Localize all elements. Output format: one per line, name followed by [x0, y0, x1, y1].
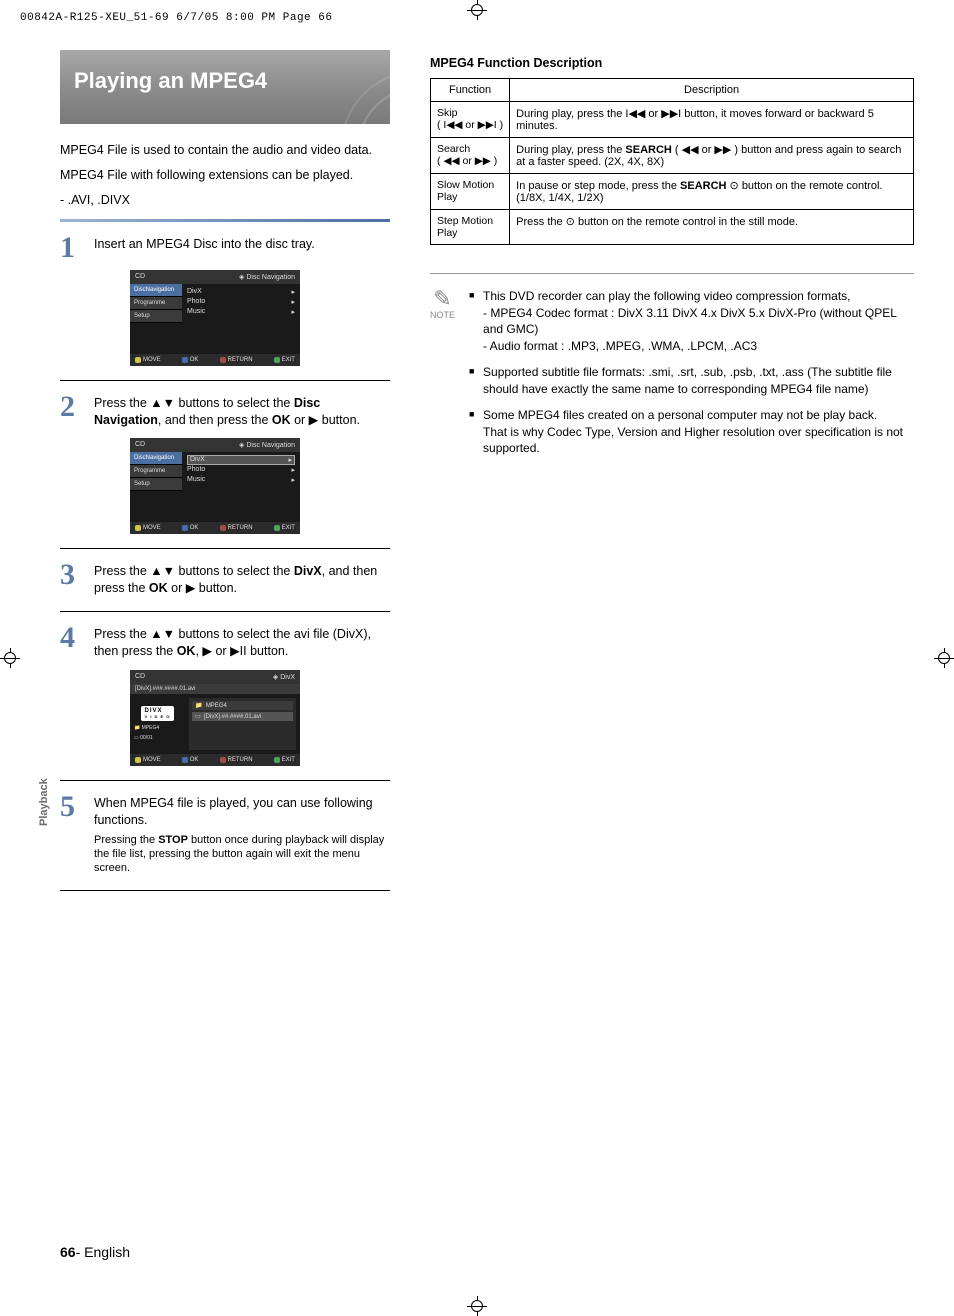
print-header: 00842A-R125-XEU_51-69 6/7/05 8:00 PM Pag…	[20, 12, 332, 24]
osd-screenshot-1: CD◈ Disc Navigation DiscNavigation Progr…	[130, 270, 300, 366]
th-function: Function	[431, 79, 510, 102]
step-5: 5 When MPEG4 file is played, you can use…	[60, 795, 390, 876]
osd-item: Music	[187, 476, 205, 484]
note-item: Some MPEG4 files created on a personal c…	[469, 407, 914, 457]
crop-mark-bottom	[467, 1296, 487, 1316]
left-column: Playing an MPEG4 MPEG4 File is used to c…	[60, 50, 390, 905]
intro-line: MPEG4 File is used to contain the audio …	[60, 142, 390, 159]
osd-folder-row: 📁 MPEG4	[192, 701, 293, 710]
step-text: Insert an MPEG4 Disc into the disc tray.	[94, 236, 315, 260]
step-number: 2	[60, 395, 86, 429]
crop-mark-right	[934, 648, 954, 668]
divider	[60, 380, 390, 381]
step-number: 4	[60, 626, 86, 660]
intro-line: MPEG4 File with following extensions can…	[60, 167, 390, 184]
osd-side-item: Setup	[130, 478, 182, 491]
osd-item: Photo	[187, 298, 205, 306]
osd-context: Disc Navigation	[246, 442, 295, 449]
step-text: Press the ▲▼ buttons to select the avi f…	[94, 626, 390, 660]
osd-filename-bar: [DivX].###.####.01.avi	[130, 684, 300, 694]
osd-hint: RETURN	[228, 525, 253, 531]
page-footer: 66- English	[60, 1244, 130, 1260]
osd-item: DivX	[187, 288, 202, 296]
osd-hint: EXIT	[282, 757, 295, 763]
osd-title: CD	[135, 273, 145, 281]
right-heading: MPEG4 Function Description	[430, 56, 914, 70]
page-language: - English	[76, 1244, 130, 1260]
note-icon: ✎NOTE	[430, 288, 455, 467]
divider	[60, 548, 390, 549]
step-4: 4 Press the ▲▼ buttons to select the avi…	[60, 626, 390, 660]
note-block: ✎NOTE This DVD recorder can play the fol…	[430, 273, 914, 467]
intro-line: - .AVI, .DIVX	[60, 192, 390, 209]
divider	[60, 611, 390, 612]
table-row: Step MotionPlay Press the ⊙ button on th…	[431, 210, 914, 245]
osd-side-item: Setup	[130, 310, 182, 323]
right-column: MPEG4 Function Description FunctionDescr…	[430, 50, 914, 905]
step-number: 3	[60, 563, 86, 597]
osd-screenshot-2: CD◈ Disc Navigation DiscNavigation Progr…	[130, 438, 300, 534]
osd-hint: RETURN	[228, 357, 253, 363]
crop-mark-top	[467, 0, 487, 20]
note-item: Supported subtitle file formats: .smi, .…	[469, 364, 914, 397]
divider-gradient	[60, 219, 390, 222]
step-3: 3 Press the ▲▼ buttons to select the Div…	[60, 563, 390, 597]
page-title: Playing an MPEG4	[60, 50, 390, 124]
divx-logo: DIVXV I D E O	[141, 706, 175, 721]
osd-meta: 00/01	[140, 735, 153, 741]
osd-meta: MPEG4	[142, 725, 160, 731]
divider	[60, 890, 390, 891]
osd-hint: MOVE	[143, 357, 161, 363]
osd-screenshot-3: CD◈ DivX [DivX].###.####.01.avi DIVXV I …	[130, 670, 300, 766]
osd-file-row: ▭ [DivX].##.####.01.avi	[192, 712, 293, 721]
osd-hint: MOVE	[143, 757, 161, 763]
table-row: Slow MotionPlay In pause or step mode, p…	[431, 174, 914, 210]
step-1: 1 Insert an MPEG4 Disc into the disc tra…	[60, 236, 390, 260]
osd-hint: OK	[190, 357, 199, 363]
osd-title: CD	[135, 673, 145, 681]
step-text: Press the ▲▼ buttons to select the DivX,…	[94, 563, 390, 597]
page-number: 66	[60, 1244, 76, 1260]
osd-title: CD	[135, 441, 145, 449]
step-2: 2 Press the ▲▼ buttons to select the Dis…	[60, 395, 390, 429]
osd-item: Music	[187, 308, 205, 316]
step-text: Press the ▲▼ buttons to select the Disc …	[94, 395, 390, 429]
osd-side-item: Programme	[130, 465, 182, 478]
section-tab: Playback	[38, 778, 50, 826]
osd-hint: EXIT	[282, 357, 295, 363]
osd-side-item: Programme	[130, 297, 182, 310]
osd-hint: RETURN	[228, 757, 253, 763]
crop-mark-left	[0, 648, 20, 668]
osd-context: DivX	[280, 674, 295, 681]
osd-side-item: DiscNavigation	[130, 452, 182, 465]
osd-hint: OK	[190, 757, 199, 763]
step-text: When MPEG4 file is played, you can use f…	[94, 795, 390, 876]
osd-side-item: DiscNavigation	[130, 284, 182, 297]
osd-context: Disc Navigation	[246, 274, 295, 281]
divider	[60, 780, 390, 781]
table-row: Search( ◀◀ or ▶▶ ) During play, press th…	[431, 138, 914, 174]
function-table: FunctionDescription Skip( I◀◀ or ▶▶I ) D…	[430, 78, 914, 245]
osd-hint: EXIT	[282, 525, 295, 531]
osd-hint: OK	[190, 525, 199, 531]
step-number: 5	[60, 795, 86, 876]
osd-item: Photo	[187, 466, 205, 474]
table-row: Skip( I◀◀ or ▶▶I ) During play, press th…	[431, 102, 914, 138]
osd-hint: MOVE	[143, 525, 161, 531]
th-description: Description	[510, 79, 914, 102]
osd-item: DivX	[190, 456, 205, 464]
step-number: 1	[60, 236, 86, 260]
note-item: This DVD recorder can play the following…	[469, 288, 914, 354]
